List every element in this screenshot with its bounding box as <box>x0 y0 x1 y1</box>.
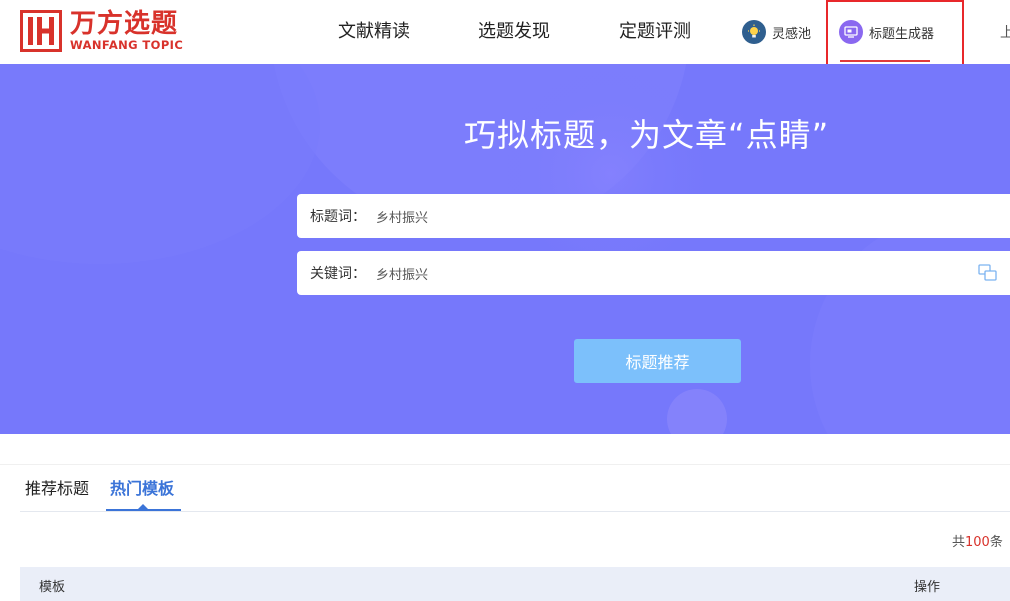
logo-mark-icon <box>20 10 62 52</box>
tab-recommended-titles[interactable]: 推荐标题 <box>25 479 89 499</box>
keyword-input[interactable]: 乡村振兴 <box>376 264 428 283</box>
active-tab-caret-icon <box>138 504 148 509</box>
monitor-icon <box>839 20 863 44</box>
nav-item-clipped[interactable]: 上 <box>1000 22 1010 42</box>
keyword-label: 关键词： <box>310 266 366 282</box>
nav-item-topic-discovery[interactable]: 选题发现 <box>478 20 550 44</box>
active-nav-indicator <box>840 60 930 62</box>
column-header-actions: 操作 <box>914 580 941 595</box>
result-count-number: 100 <box>965 535 990 550</box>
title-word-input[interactable]: 乡村振兴 <box>376 207 428 226</box>
table-header: 模板 操作 <box>20 567 1010 601</box>
title-word-label: 标题词： <box>310 209 366 225</box>
nav-title-generator-label: 标题生成器 <box>869 26 935 42</box>
keyword-field[interactable]: 关键词： 乡村振兴 <box>297 251 1010 295</box>
title-recommend-button[interactable]: 标题推荐 <box>574 339 741 383</box>
nav-item-inspiration-pool[interactable]: 灵感池 <box>742 20 811 44</box>
nav-item-topic-evaluation[interactable]: 定题评测 <box>619 20 691 44</box>
tab-hot-templates[interactable]: 热门模板 <box>110 479 174 499</box>
hero-headline: 巧拟标题，为文章“点睛” <box>464 116 830 154</box>
lightbulb-icon <box>742 20 766 44</box>
column-header-template: 模板 <box>39 580 66 595</box>
copy-icon[interactable] <box>978 264 998 286</box>
brand-logo[interactable]: 万方选题 WANFANG TOPIC <box>20 9 183 53</box>
brand-name: 万方选题 <box>70 9 179 39</box>
section-divider <box>0 434 1010 465</box>
nav-item-literature-reading[interactable]: 文献精读 <box>338 20 410 44</box>
tab-bar-baseline <box>20 511 1010 512</box>
title-word-field[interactable]: 标题词： 乡村振兴 <box>297 194 1010 238</box>
result-count: 共100条 <box>952 535 1003 550</box>
active-tab-underline <box>106 509 181 511</box>
hero-banner: 巧拟标题，为文章“点睛” 标题词： 乡村振兴 关键词： 乡村振兴 标题推荐 <box>0 64 1010 434</box>
brand-name-en: WANFANG TOPIC <box>70 38 184 52</box>
nav-item-title-generator[interactable]: 标题生成器 <box>839 20 934 44</box>
nav-inspiration-label: 灵感池 <box>772 26 812 42</box>
top-navigation: 万方选题 WANFANG TOPIC 文献精读 选题发现 定题评测 灵感池 标题 <box>0 0 1010 64</box>
